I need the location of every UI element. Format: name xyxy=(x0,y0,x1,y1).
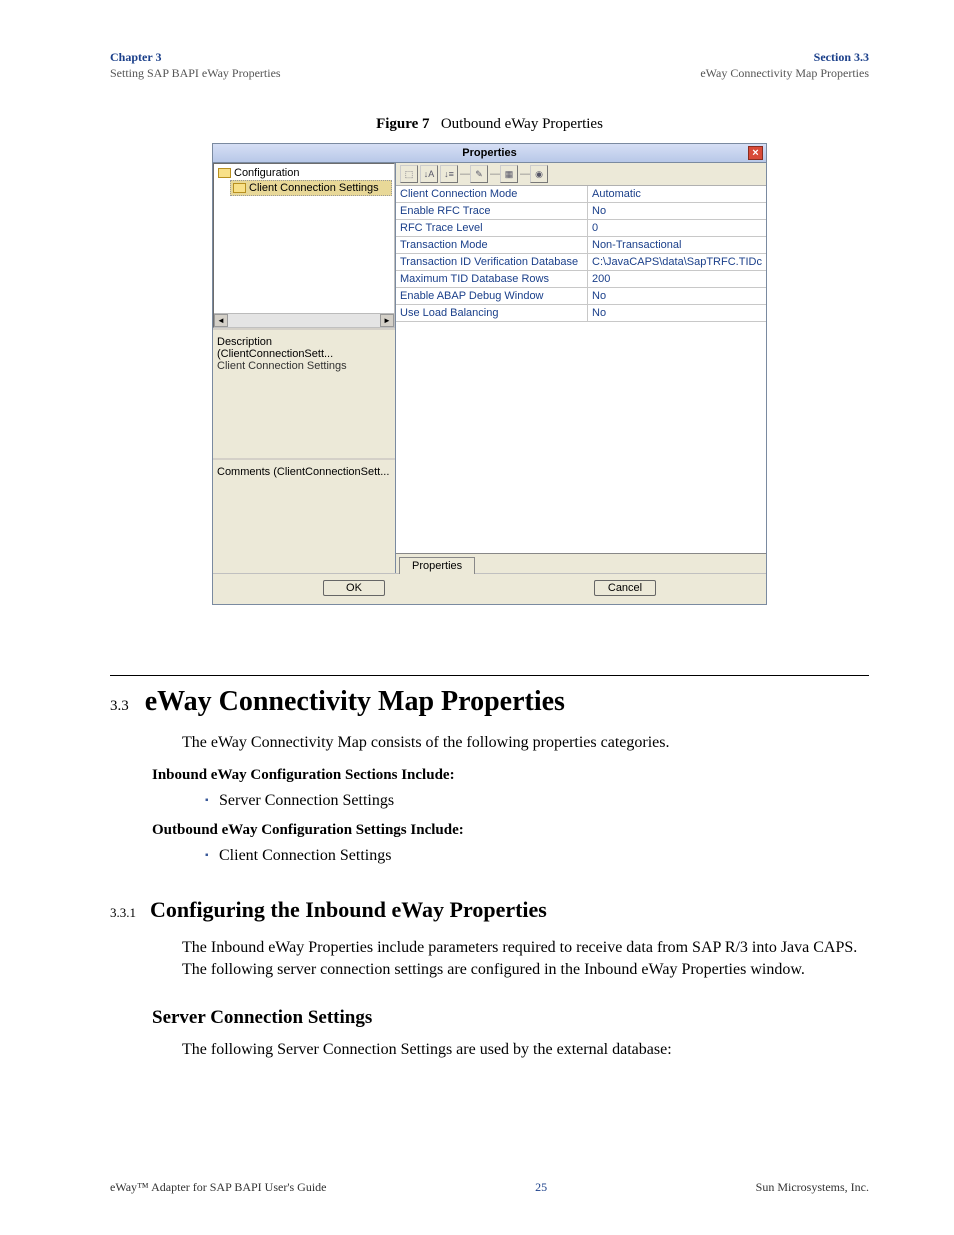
figure-label: Figure 7 xyxy=(376,116,429,132)
table-row[interactable]: Transaction ModeNon-Transactional xyxy=(396,237,766,254)
sort-type-icon[interactable]: ↓≡ xyxy=(440,165,458,183)
tree-item-label: Client Connection Settings xyxy=(249,182,379,194)
figure-caption: Figure 7 Outbound eWay Properties xyxy=(110,116,869,133)
tree-root-label: Configuration xyxy=(234,167,299,179)
figure-title: Outbound eWay Properties xyxy=(441,116,603,132)
description-label: Description (ClientConnectionSett... xyxy=(217,336,391,360)
comments-label: Comments (ClientConnectionSett... xyxy=(217,466,391,478)
section-subtitle: eWay Connectivity Map Properties xyxy=(700,66,869,82)
sort-az-icon[interactable]: ↓A xyxy=(420,165,438,183)
property-toolbar: ⬚ ↓A ↓≡ — ✎ — ▦ — ◉ xyxy=(396,163,766,186)
footer-right: Sun Microsystems, Inc. xyxy=(756,1180,869,1195)
outbound-list: Client Connection Settings xyxy=(205,847,869,865)
subsection-heading: 3.3.1 Configuring the Inbound eWay Prope… xyxy=(110,897,869,923)
table-row[interactable]: Client Connection ModeAutomatic xyxy=(396,186,766,203)
tree-root[interactable]: Configuration xyxy=(216,166,392,180)
config-tree[interactable]: Configuration Client Connection Settings… xyxy=(213,163,395,328)
dialog-title-text: Properties xyxy=(462,147,516,159)
section-label: Section 3.3 xyxy=(700,50,869,66)
toolbar-btn-6[interactable]: ◉ xyxy=(530,165,548,183)
page-header: Chapter 3 Setting SAP BAPI eWay Properti… xyxy=(110,50,869,81)
subsection-body: The Inbound eWay Properties include para… xyxy=(182,937,869,982)
table-row[interactable]: Enable RFC TraceNo xyxy=(396,203,766,220)
subsection-title: Configuring the Inbound eWay Properties xyxy=(150,897,547,923)
list-item: Server Connection Settings xyxy=(205,792,869,810)
section-intro: The eWay Connectivity Map consists of th… xyxy=(182,732,869,754)
outbound-heading: Outbound eWay Configuration Settings Inc… xyxy=(152,822,869,839)
section-heading: 3.3 eWay Connectivity Map Properties xyxy=(110,686,869,718)
inbound-list: Server Connection Settings xyxy=(205,792,869,810)
inbound-heading: Inbound eWay Configuration Sections Incl… xyxy=(152,767,869,784)
chapter-label: Chapter 3 xyxy=(110,50,281,66)
tab-bar: Properties xyxy=(396,553,766,573)
table-row[interactable]: Transaction ID Verification DatabaseC:\J… xyxy=(396,254,766,271)
table-row[interactable]: Enable ABAP Debug WindowNo xyxy=(396,288,766,305)
close-icon[interactable]: × xyxy=(748,146,763,160)
ok-button[interactable]: OK xyxy=(323,580,385,596)
list-item: Client Connection Settings xyxy=(205,847,869,865)
tab-properties[interactable]: Properties xyxy=(399,557,475,574)
tree-scrollbar[interactable]: ◄ ► xyxy=(214,313,394,327)
scroll-left-icon[interactable]: ◄ xyxy=(214,314,228,327)
folder-icon xyxy=(233,183,246,193)
page-number: 25 xyxy=(535,1180,547,1195)
toolbar-btn-5[interactable]: ▦ xyxy=(500,165,518,183)
cancel-button[interactable]: Cancel xyxy=(594,580,656,596)
property-table: Client Connection ModeAutomatic Enable R… xyxy=(396,186,766,553)
folder-icon xyxy=(218,168,231,178)
toolbar-btn-4[interactable]: ✎ xyxy=(470,165,488,183)
dialog-titlebar[interactable]: Properties × xyxy=(213,144,766,163)
subsection-number: 3.3.1 xyxy=(110,905,136,921)
description-value: Client Connection Settings xyxy=(217,360,391,372)
scroll-right-icon[interactable]: ► xyxy=(380,314,394,327)
properties-dialog: Properties × Configuration Client Connec… xyxy=(212,143,767,605)
section-title: eWay Connectivity Map Properties xyxy=(145,686,565,718)
footer-left: eWay™ Adapter for SAP BAPI User's Guide xyxy=(110,1180,326,1195)
page-footer: eWay™ Adapter for SAP BAPI User's Guide … xyxy=(110,1180,869,1195)
chapter-subtitle: Setting SAP BAPI eWay Properties xyxy=(110,66,281,82)
section-divider xyxy=(110,675,869,676)
subhead-body: The following Server Connection Settings… xyxy=(182,1039,869,1061)
table-row[interactable]: RFC Trace Level0 xyxy=(396,220,766,237)
comments-pane: Comments (ClientConnectionSett... xyxy=(213,458,395,573)
tree-item-selected[interactable]: Client Connection Settings xyxy=(230,180,392,196)
subhead: Server Connection Settings xyxy=(152,1007,869,1029)
table-row[interactable]: Maximum TID Database Rows200 xyxy=(396,271,766,288)
table-row[interactable]: Use Load BalancingNo xyxy=(396,305,766,322)
description-pane: Description (ClientConnectionSett... Cli… xyxy=(213,328,395,458)
section-number: 3.3 xyxy=(110,698,129,715)
toolbar-btn-1[interactable]: ⬚ xyxy=(400,165,418,183)
